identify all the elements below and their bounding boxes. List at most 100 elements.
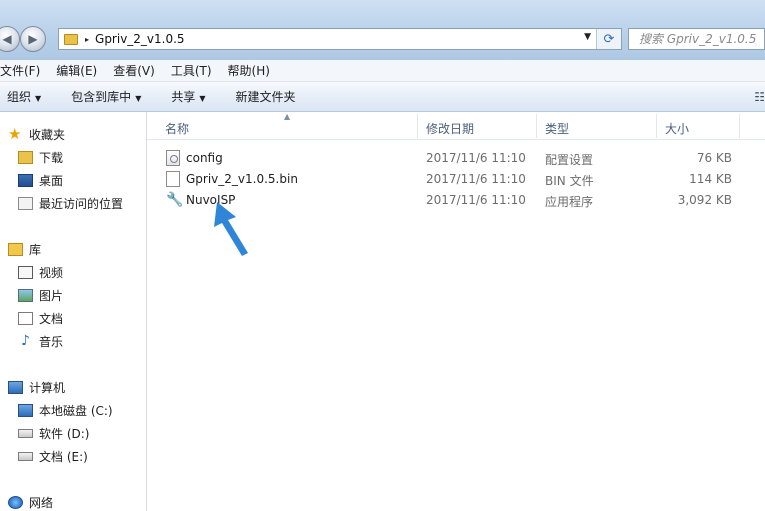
menu-tools[interactable]: 工具(T) xyxy=(171,62,212,79)
file-size: 114 KB xyxy=(689,172,732,186)
include-library-button[interactable]: 包含到库中 ▼ xyxy=(64,88,148,105)
video-icon xyxy=(18,266,33,279)
organize-label: 组织 xyxy=(7,90,32,104)
nav-item-pictures[interactable]: 图片 xyxy=(18,287,63,304)
file-modified: 2017/11/6 11:10 xyxy=(426,172,526,186)
recent-places-icon xyxy=(18,197,33,210)
music-icon: ♪ xyxy=(21,333,30,349)
column-name[interactable]: 名称 xyxy=(165,120,189,137)
nav-item-label: 最近访问的位置 xyxy=(39,197,124,211)
file-name: config xyxy=(186,151,223,165)
star-icon: ★ xyxy=(8,125,22,143)
address-bar[interactable]: ▸ Gpriv_2_v1.0.5 ▼ ⟳ xyxy=(58,28,622,50)
nav-libraries[interactable]: 库 xyxy=(8,241,41,258)
back-button[interactable]: ◀ xyxy=(0,26,20,52)
column-type[interactable]: 类型 xyxy=(545,120,569,137)
column-divider[interactable] xyxy=(417,114,418,138)
share-label: 共享 xyxy=(171,90,196,104)
nav-item-drive-d[interactable]: 软件 (D:) xyxy=(18,425,89,442)
file-size: 3,092 KB xyxy=(677,193,732,207)
file-modified: 2017/11/6 11:10 xyxy=(426,151,526,165)
disk-drive-icon xyxy=(18,452,33,461)
back-arrow-icon: ◀ xyxy=(2,32,12,46)
annotation-arrow-icon xyxy=(214,202,248,256)
nav-item-label: 视频 xyxy=(39,266,64,280)
sort-ascending-icon: ▲ xyxy=(284,112,291,121)
navigation-pane: ★ 收藏夹 下载 桌面 最近访问的位置 库 视频 图片 文档 ♪ 音乐 计算机 … xyxy=(0,112,147,511)
nav-item-label: 文档 xyxy=(39,312,64,326)
file-size: 76 KB xyxy=(696,151,732,165)
refresh-icon: ⟳ xyxy=(603,31,615,47)
nav-item-music[interactable]: ♪ 音乐 xyxy=(18,333,63,350)
file-type: 配置设置 xyxy=(545,153,594,167)
refresh-button[interactable]: ⟳ xyxy=(596,29,621,49)
menu-bar: 文件(F) 编辑(E) 查看(V) 工具(T) 帮助(H) xyxy=(0,60,765,82)
disk-drive-icon xyxy=(18,429,33,438)
application-icon: 🔧 xyxy=(166,192,184,208)
breadcrumb-separator-icon[interactable]: ▸ xyxy=(85,35,89,44)
file-modified: 2017/11/6 11:10 xyxy=(426,193,526,207)
document-icon xyxy=(18,312,33,325)
chevron-down-icon: ▼ xyxy=(135,94,142,103)
nav-item-label: 图片 xyxy=(39,289,64,303)
nav-item-drive-c[interactable]: 本地磁盘 (C:) xyxy=(18,402,113,419)
column-divider[interactable] xyxy=(739,114,740,138)
desktop-icon xyxy=(18,174,33,187)
nav-network[interactable]: 网络 xyxy=(8,494,53,511)
nav-item-drive-e[interactable]: 文档 (E:) xyxy=(18,448,88,465)
folder-icon xyxy=(64,33,78,45)
file-type: 应用程序 xyxy=(545,195,594,209)
picture-icon xyxy=(18,289,33,302)
search-input[interactable]: 搜索 Gpriv_2_v1.0.5 xyxy=(628,28,765,50)
column-size[interactable]: 大小 xyxy=(665,120,689,137)
column-divider[interactable] xyxy=(656,114,657,138)
bin-file-icon xyxy=(166,171,180,187)
file-name: Gpriv_2_v1.0.5.bin xyxy=(186,172,298,186)
nav-item-label: 下载 xyxy=(39,151,64,165)
file-type: BIN 文件 xyxy=(545,174,594,188)
chevron-down-icon: ▼ xyxy=(35,94,42,103)
nav-item-recent[interactable]: 最近访问的位置 xyxy=(18,195,123,212)
computer-icon xyxy=(8,381,23,394)
config-file-icon xyxy=(166,150,180,166)
forward-button[interactable]: ▶ xyxy=(20,26,46,52)
nav-libraries-label: 库 xyxy=(29,243,42,257)
nav-item-label: 软件 (D:) xyxy=(39,427,90,441)
column-modified[interactable]: 修改日期 xyxy=(426,120,474,137)
title-address-bar: ◀ ▶ ▸ Gpriv_2_v1.0.5 ▼ ⟳ 搜索 Gpriv_2_v1.0… xyxy=(0,0,765,60)
nav-item-downloads[interactable]: 下载 xyxy=(18,149,63,166)
address-path[interactable]: Gpriv_2_v1.0.5 xyxy=(95,32,185,46)
file-row-config[interactable]: config 2017/11/6 11:10 配置设置 76 KB xyxy=(147,147,765,168)
organize-button[interactable]: 组织 ▼ xyxy=(0,88,48,105)
nav-computer-label: 计算机 xyxy=(29,381,66,395)
menu-view[interactable]: 查看(V) xyxy=(113,62,155,79)
view-options-icon[interactable]: ☷ xyxy=(754,90,765,104)
nav-computer[interactable]: 计算机 xyxy=(8,379,65,396)
new-folder-button[interactable]: 新建文件夹 xyxy=(229,88,303,105)
file-list: ▲ 名称 修改日期 类型 大小 config 2017/11/6 11:10 配… xyxy=(147,112,765,511)
library-icon xyxy=(8,243,23,256)
menu-help[interactable]: 帮助(H) xyxy=(228,62,270,79)
forward-arrow-icon: ▶ xyxy=(28,32,38,46)
downloads-folder-icon xyxy=(18,151,33,164)
nav-item-documents[interactable]: 文档 xyxy=(18,310,63,327)
address-dropdown-icon[interactable]: ▼ xyxy=(584,32,591,42)
system-drive-icon xyxy=(18,404,33,417)
nav-item-videos[interactable]: 视频 xyxy=(18,264,63,281)
nav-item-label: 桌面 xyxy=(39,174,64,188)
chevron-down-icon: ▼ xyxy=(199,94,206,103)
menu-file[interactable]: 文件(F) xyxy=(0,62,40,79)
column-header-row: ▲ 名称 修改日期 类型 大小 xyxy=(147,112,765,140)
share-button[interactable]: 共享 ▼ xyxy=(164,88,212,105)
nav-item-label: 本地磁盘 (C:) xyxy=(39,404,113,418)
include-library-label: 包含到库中 xyxy=(71,90,132,104)
nav-favorites[interactable]: ★ 收藏夹 xyxy=(8,126,65,143)
nav-network-label: 网络 xyxy=(29,496,54,510)
file-row-bin[interactable]: Gpriv_2_v1.0.5.bin 2017/11/6 11:10 BIN 文… xyxy=(147,168,765,189)
nav-favorites-label: 收藏夹 xyxy=(29,128,66,142)
menu-edit[interactable]: 编辑(E) xyxy=(56,62,97,79)
nav-item-desktop[interactable]: 桌面 xyxy=(18,172,63,189)
nav-item-label: 文档 (E:) xyxy=(39,450,88,464)
column-divider[interactable] xyxy=(536,114,537,138)
network-icon xyxy=(8,496,23,509)
